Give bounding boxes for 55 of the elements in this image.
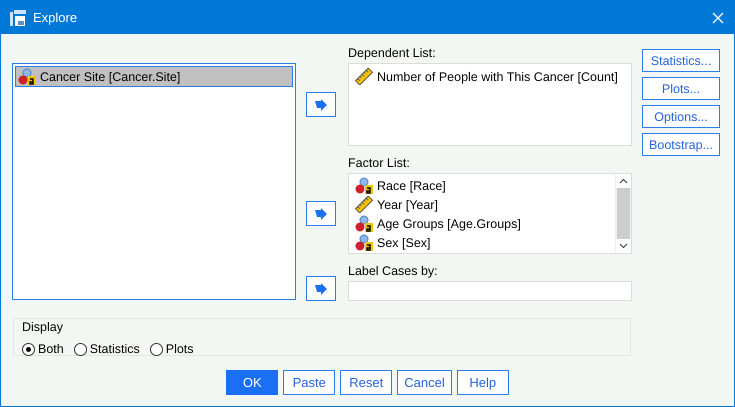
variable-label: Age Groups [Age.Groups] [377, 216, 521, 230]
dependent-list-label: Dependent List: [348, 46, 437, 60]
radio-option[interactable]: Both [22, 342, 64, 356]
radio-label: Both [38, 342, 64, 356]
variable-label: Year [Year] [377, 198, 438, 212]
close-icon [712, 12, 724, 24]
dialog-button[interactable]: Help [456, 370, 509, 395]
nominal-variable-icon [355, 215, 373, 232]
move-button[interactable] [306, 201, 336, 226]
window-title: Explore [33, 10, 78, 25]
variable-item[interactable]: Age Groups [Age.Groups] [352, 214, 612, 233]
radio-option[interactable]: Statistics [74, 342, 140, 356]
variable-item[interactable]: Cancer Site [Cancer.Site] [15, 66, 293, 87]
move-button[interactable] [306, 92, 336, 117]
dialog-button[interactable]: Statistics... [642, 49, 720, 72]
radio-button[interactable] [22, 342, 35, 356]
variable-item[interactable]: Race [Race] [352, 176, 612, 195]
radio-option[interactable]: Plots [150, 342, 194, 356]
dialog-button[interactable]: OK [226, 370, 278, 395]
variable-item[interactable]: Sex [Sex] [352, 233, 612, 252]
dialog-button[interactable]: Options... [642, 105, 720, 128]
variable-label: Sex [Sex] [377, 236, 430, 250]
close-button[interactable] [710, 10, 726, 26]
scrollbar[interactable] [615, 174, 631, 253]
variable-list[interactable]: Cancer Site [Cancer.Site] [12, 63, 296, 300]
scroll-up-icon [616, 174, 631, 188]
factor-list-label: Factor List: [348, 156, 411, 170]
radio-button[interactable] [74, 342, 87, 356]
variable-label: Number of People with This Cancer [Count] [377, 70, 618, 84]
dialog-button[interactable]: Reset [340, 370, 392, 395]
right-arrow-icon [314, 282, 328, 294]
right-arrow-icon [314, 208, 328, 220]
label-cases-label: Label Cases by: [348, 264, 439, 278]
group-title: Display [22, 320, 64, 334]
app-icon [9, 8, 27, 26]
factor-list[interactable]: Race [Race] Year [Year] Age Groups [Age.Groups] Sex [Sex] [348, 173, 632, 254]
scroll-down-icon [616, 239, 631, 253]
dialog-button[interactable]: Plots... [642, 77, 720, 100]
dependent-list[interactable]: Number of People with This Cancer [Count] [348, 63, 632, 146]
nominal-variable-icon [355, 177, 373, 194]
variable-label: Race [Race] [377, 178, 446, 192]
nominal-variable-icon [355, 234, 373, 251]
dialog-button[interactable]: Cancel [397, 370, 452, 395]
radio-label: Statistics [90, 342, 140, 356]
label-cases-field[interactable] [348, 281, 632, 301]
nominal-variable-icon [18, 68, 36, 85]
right-arrow-icon [314, 98, 328, 110]
dialog-button[interactable]: Bootstrap... [642, 133, 720, 156]
variable-item[interactable]: Number of People with This Cancer [Count] [352, 66, 628, 87]
variable-item[interactable]: Year [Year] [352, 195, 612, 214]
variable-label: Cancer Site [Cancer.Site] [40, 70, 180, 84]
radio-button[interactable] [150, 342, 163, 356]
radio-label: Plots [166, 342, 194, 356]
move-button[interactable] [306, 276, 336, 301]
dialog-button[interactable]: Paste [283, 370, 336, 395]
